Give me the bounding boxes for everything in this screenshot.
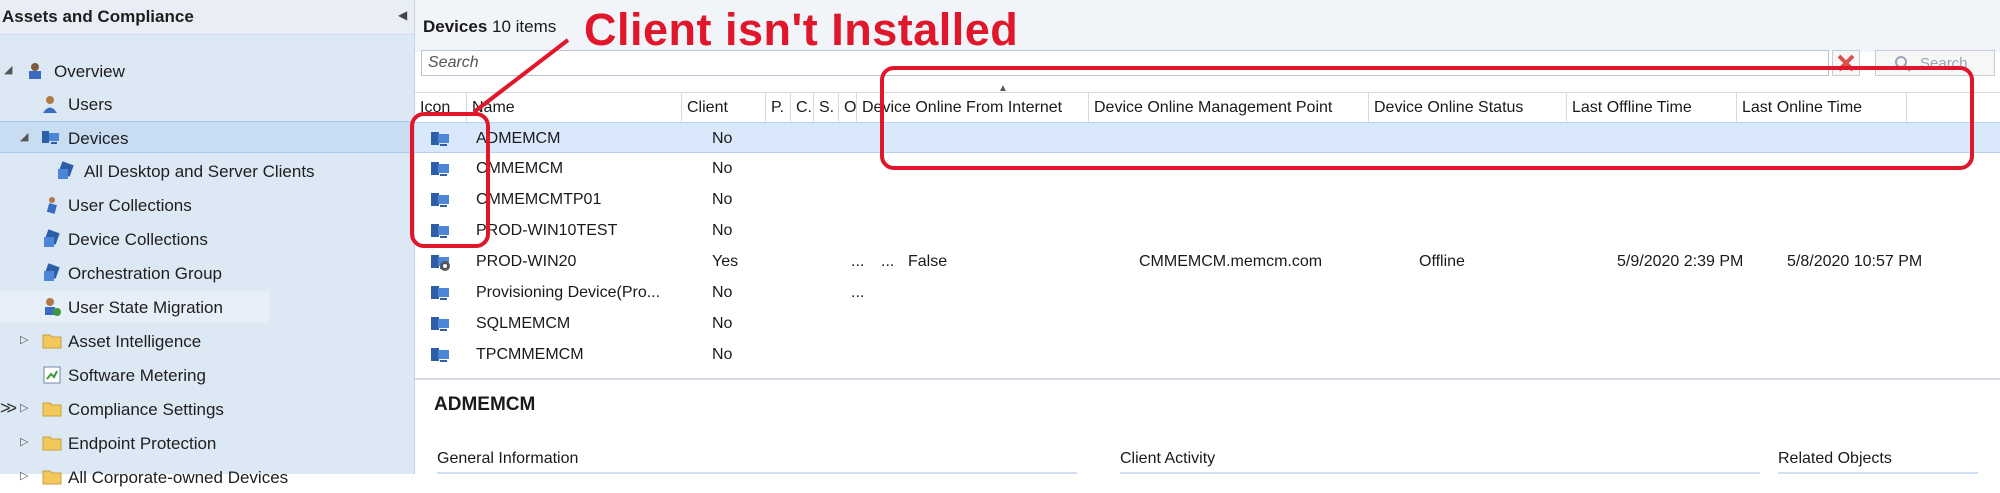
orchestration-icon — [44, 263, 60, 281]
device-icon — [431, 348, 449, 362]
cell-last-offline-time: 5/9/2020 2:39 PM — [1617, 253, 1744, 270]
table-row[interactable]: Provisioning Device(Pro... No... — [415, 277, 2000, 308]
cell-last-online-time: 5/8/2020 10:57 PM — [1787, 253, 1923, 270]
tree-label: Device Collections — [68, 230, 208, 249]
cell-s: ... — [851, 284, 865, 301]
tree-label: User State Migration — [68, 298, 223, 317]
tree-item-all-desktop-clients[interactable]: All Desktop and Server Clients — [0, 155, 414, 187]
table-row[interactable]: CMMEMCMTP01 No — [415, 184, 2000, 215]
device-collection-icon — [44, 229, 60, 247]
folder-icon — [42, 470, 62, 485]
cell-management-point: CMMEMCM.memcm.com — [1139, 253, 1323, 270]
column-header-o[interactable]: O. — [839, 93, 857, 122]
cell-client: No — [712, 346, 733, 363]
user-icon — [43, 96, 57, 113]
device-icon — [431, 317, 449, 331]
expand-navigation-icon[interactable]: >> — [0, 398, 17, 419]
tree-label: Orchestration Group — [68, 264, 223, 283]
cell-client: No — [712, 160, 733, 177]
cell-name: CMMEMCMTP01 — [476, 191, 602, 208]
cell-name: PROD-WIN20 — [476, 253, 577, 270]
cell-online-status: Offline — [1419, 253, 1465, 270]
cell-name: Provisioning Device(Pro... — [476, 284, 661, 301]
expand-arrow-icon[interactable]: ◢ — [4, 63, 12, 76]
column-header-name[interactable]: Name — [467, 93, 682, 122]
cell-o: ... — [881, 253, 895, 270]
tree-item-software-metering[interactable]: Software Metering — [0, 359, 414, 391]
folder-icon — [42, 436, 62, 451]
tree-item-user-collections[interactable]: User Collections — [0, 189, 414, 221]
table-row[interactable]: PROD-WIN20 Yes...... False CMMEMCM.memcm.co… — [415, 246, 2000, 277]
expand-arrow-icon[interactable]: ▷ — [20, 435, 28, 448]
tree-label: Devices — [68, 129, 129, 148]
tree-item-corporate-devices[interactable]: ▷ All Corporate-owned Devices — [0, 461, 414, 493]
tree-item-overview[interactable]: ◢ Overview — [0, 55, 414, 87]
column-header-client[interactable]: Client — [682, 93, 766, 122]
tree-item-device-collections[interactable]: Device Collections — [0, 223, 414, 255]
folder-icon — [42, 402, 62, 417]
table-row[interactable]: SQLMEMCM No — [415, 308, 2000, 339]
cell-client: Yes — [712, 253, 739, 270]
tree-item-devices[interactable]: ◢ Devices — [0, 121, 414, 153]
annotation-label: Client isn't Installed — [584, 4, 1019, 55]
cell-client: No — [712, 284, 733, 301]
collapse-pane-icon[interactable]: ◀ — [398, 8, 407, 22]
table-row[interactable]: TPCMMEMCM No — [415, 339, 2000, 370]
tree-item-users[interactable]: Users — [0, 88, 414, 120]
tree-label: Software Metering — [68, 366, 206, 385]
collection-icon — [58, 161, 74, 179]
details-title: ADMEMCM — [434, 394, 536, 415]
section-general-information[interactable]: General Information — [437, 450, 578, 468]
expand-arrow-icon[interactable]: ◢ — [20, 130, 28, 143]
devices-icon — [42, 131, 59, 144]
cell-online-from-internet: False — [908, 253, 948, 270]
tree-label: Overview — [54, 62, 125, 81]
column-header-p[interactable]: P. — [766, 93, 791, 122]
tree-label: Compliance Settings — [68, 400, 224, 419]
overview-icon — [29, 63, 41, 79]
view-name: Devices — [423, 17, 488, 36]
annotation-box-icons — [410, 112, 490, 248]
column-header-s[interactable]: S. — [814, 93, 839, 122]
cell-s: ... — [851, 253, 865, 270]
view-title: Devices 10 items — [423, 17, 556, 37]
expand-arrow-icon[interactable]: ▷ — [20, 401, 28, 414]
cell-client: No — [712, 222, 733, 239]
managed-device-icon — [431, 255, 450, 271]
section-client-activity[interactable]: Client Activity — [1120, 450, 1215, 468]
nav-title: Assets and Compliance — [2, 7, 194, 26]
tree-label: All Desktop and Server Clients — [84, 162, 315, 181]
user-collection-icon — [46, 197, 57, 214]
tree-item-compliance-settings[interactable]: ▷ Compliance Settings — [0, 393, 414, 425]
user-state-migration-icon — [45, 298, 61, 316]
tree-item-endpoint-protection[interactable]: ▷ Endpoint Protection — [0, 427, 414, 459]
section-related-objects[interactable]: Related Objects — [1778, 450, 1892, 468]
tree-label: Users — [68, 95, 113, 114]
tree-label: User Collections — [68, 196, 192, 215]
navigation-pane: Assets and Compliance ◀ ◢ Overview Users… — [0, 0, 415, 487]
details-pane: ADMEMCM General Information Client Activ… — [415, 378, 2000, 476]
cell-name: SQLMEMCM — [476, 315, 571, 332]
tree-item-orchestration-group[interactable]: Orchestration Group — [0, 257, 414, 289]
device-icon — [431, 286, 449, 300]
column-header-c[interactable]: C. — [791, 93, 814, 122]
cell-client: No — [712, 315, 733, 332]
tree-label: Asset Intelligence — [68, 332, 202, 351]
cell-name: TPCMMEMCM — [476, 346, 584, 363]
item-count: 10 items — [492, 17, 557, 36]
folder-icon — [42, 334, 62, 349]
annotation-box-online-columns — [880, 66, 1974, 170]
cell-client: No — [712, 191, 733, 208]
tree-label: Endpoint Protection — [68, 434, 217, 453]
tree-label: All Corporate-owned Devices — [68, 468, 289, 487]
table-row[interactable]: PROD-WIN10TEST No — [415, 215, 2000, 246]
software-metering-icon — [43, 366, 61, 384]
cell-client: No — [712, 130, 733, 147]
nav-header: Assets and Compliance ◀ — [0, 0, 414, 35]
expand-arrow-icon[interactable]: ▷ — [20, 469, 28, 482]
expand-arrow-icon[interactable]: ▷ — [20, 333, 28, 346]
tree-item-asset-intelligence[interactable]: ▷ Asset Intelligence — [0, 325, 414, 357]
tree-item-user-state-migration[interactable]: User State Migration — [0, 291, 270, 323]
cell-name: PROD-WIN10TEST — [476, 222, 618, 239]
